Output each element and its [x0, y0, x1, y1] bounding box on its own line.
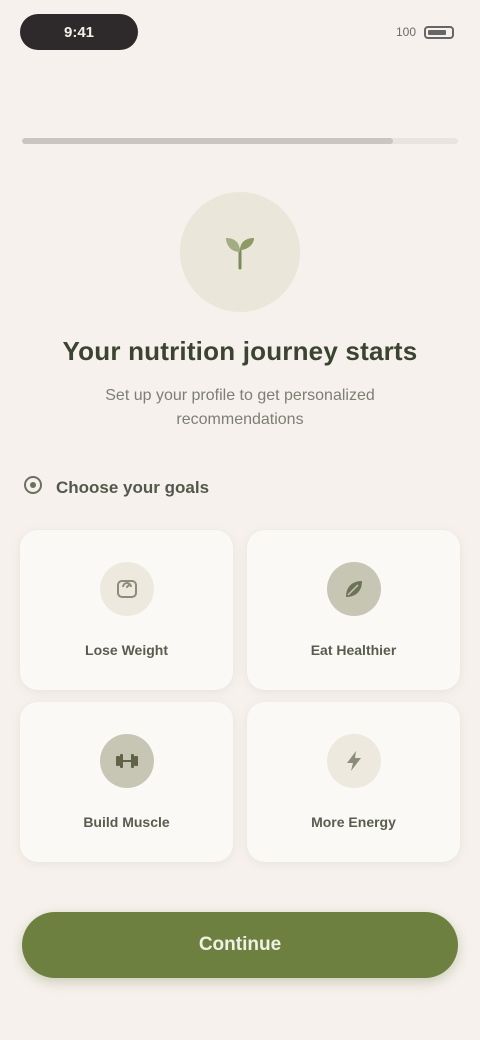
onboarding-progress-bar — [22, 138, 458, 144]
status-bar: 9:41 100 — [20, 10, 460, 54]
goal-label: Lose Weight — [85, 642, 168, 658]
goal-label: More Energy — [311, 814, 396, 830]
scale-icon — [99, 562, 154, 616]
section-title: Choose your goals — [56, 477, 210, 497]
battery-level: 100 — [395, 25, 416, 39]
bolt-icon — [326, 734, 381, 788]
goal-card-more-energy[interactable]: More Energy — [247, 702, 460, 862]
goal-card-eat-healthier[interactable]: Eat Healthier — [247, 530, 460, 690]
goal-label: Build Muscle — [83, 814, 170, 830]
continue-button[interactable]: Continue — [22, 912, 458, 978]
dumbbell-icon — [99, 734, 154, 788]
status-time: 9:41 — [20, 14, 138, 50]
progress-fill — [22, 138, 393, 144]
goal-label: Eat Healthier — [310, 642, 397, 658]
goals-grid: Lose Weight Eat Healthier Build Muscle M… — [20, 530, 460, 862]
goal-card-lose-weight[interactable]: Lose Weight — [20, 530, 233, 690]
page-title: Your nutrition journey starts — [62, 336, 418, 366]
goal-card-build-muscle[interactable]: Build Muscle — [20, 702, 233, 862]
status-indicators: 100 — [396, 25, 454, 39]
leaf-icon — [326, 562, 381, 616]
page-subtitle: Set up your profile to get personalized … — [105, 387, 375, 428]
target-icon — [22, 474, 44, 501]
battery-icon — [424, 25, 454, 39]
sprout-icon — [180, 192, 300, 312]
goals-section-header: Choose your goals — [22, 474, 458, 501]
